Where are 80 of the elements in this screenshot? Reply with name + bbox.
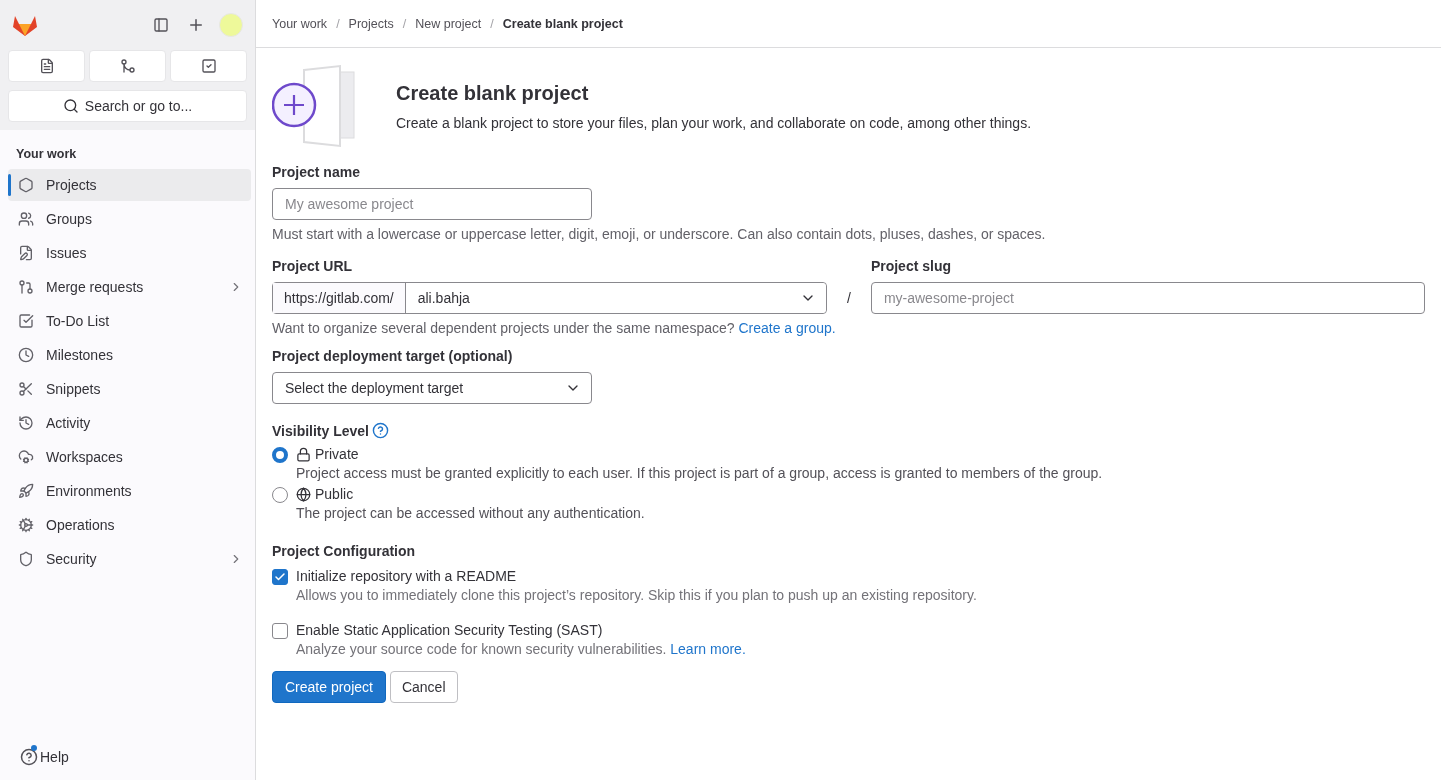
project-slug-input[interactable]: my-awesome-project bbox=[870, 282, 1425, 314]
breadcrumb-separator: / bbox=[336, 16, 340, 31]
help-link[interactable]: Help bbox=[0, 748, 255, 780]
option-description: Allows you to immediately clone this project’s repository. Skip this if you plan to push up an existing repository. bbox=[296, 587, 978, 603]
nav-icon bbox=[18, 313, 34, 329]
nav-item[interactable]: Environments bbox=[8, 475, 251, 507]
help-icon[interactable] bbox=[372, 422, 389, 439]
nav-icon bbox=[18, 381, 34, 397]
deployment-target-dropdown[interactable]: Select the deployment target bbox=[272, 372, 592, 404]
nav-item[interactable]: Security bbox=[8, 543, 251, 575]
option-description: Project access must be granted explicitly to each user. If this project is part of a group, access is granted to members of the group. bbox=[296, 465, 1104, 481]
nav-item[interactable]: Snippets bbox=[8, 373, 251, 405]
help-icon bbox=[20, 748, 38, 766]
breadcrumb-separator: / bbox=[402, 16, 407, 31]
nav-item[interactable]: Projects bbox=[8, 169, 251, 201]
nav-item[interactable]: Operations bbox=[8, 509, 251, 541]
field-hint: Must start with a lowercase or uppercase letter, digit, emoji, or underscore. Can also contain dots, pluses, dashes, or spaces. bbox=[272, 226, 1047, 242]
option-description: The project can be accessed without any authentication. bbox=[296, 505, 646, 521]
nav-icon bbox=[18, 551, 34, 567]
nav-icon bbox=[18, 177, 34, 193]
project-url-field[interactable]: https://gitlab.com/ ali.bahja bbox=[272, 282, 827, 314]
radio-label[interactable]: Public bbox=[296, 485, 1425, 503]
checkbox[interactable] bbox=[272, 569, 288, 585]
nav-item[interactable]: Milestones bbox=[8, 339, 251, 371]
nav-icon bbox=[18, 415, 34, 431]
page-title: Create blank project bbox=[396, 81, 590, 105]
search-icon bbox=[62, 98, 79, 114]
field-hint: Want to organize several dependent projects under the same namespace? Create a group. bbox=[272, 320, 837, 336]
checkmark-icon bbox=[274, 571, 286, 583]
todo-button[interactable] bbox=[170, 50, 247, 82]
option-description: Analyze your source code for known security vulnerabilities. Learn more. bbox=[296, 641, 747, 657]
learn-more-link[interactable]: Learn more. bbox=[670, 641, 746, 657]
url-prefix: https://gitlab.com/ bbox=[273, 283, 406, 313]
nav-icon bbox=[18, 211, 34, 227]
radio-button[interactable] bbox=[272, 447, 288, 463]
cancel-button[interactable]: Cancel bbox=[389, 671, 458, 703]
sidebar-toggle-icon[interactable] bbox=[153, 17, 169, 33]
globe-icon bbox=[296, 486, 311, 502]
nav-icon bbox=[18, 483, 34, 499]
project-name-input[interactable]: My awesome project bbox=[272, 188, 592, 220]
nav-icon bbox=[18, 347, 34, 363]
checkbox-icon bbox=[200, 58, 217, 74]
radio-label[interactable]: Private bbox=[296, 445, 1425, 463]
checkbox-label[interactable]: Initialize repository with a README bbox=[296, 567, 1425, 585]
nav-item[interactable]: Activity bbox=[8, 407, 251, 439]
breadcrumb-link[interactable]: New project bbox=[415, 16, 482, 31]
nav-item[interactable]: Groups bbox=[8, 203, 251, 235]
breadcrumb-link[interactable]: Projects bbox=[348, 16, 394, 31]
nav-icon bbox=[18, 279, 34, 295]
checkbox-label[interactable]: Enable Static Application Security Testing (SAST) bbox=[296, 621, 1425, 639]
field-label: Project deployment target (optional) bbox=[272, 348, 514, 364]
section-title: Your work bbox=[15, 146, 78, 163]
document-icon bbox=[38, 58, 55, 74]
breadcrumb-link[interactable]: Your work bbox=[272, 16, 328, 31]
nav-item[interactable]: Workspaces bbox=[8, 441, 251, 473]
field-label: Project Configuration bbox=[272, 543, 417, 559]
field-label: Project slug bbox=[870, 258, 953, 274]
create-group-link[interactable]: Create a group. bbox=[738, 320, 836, 336]
nav-icon bbox=[18, 517, 34, 533]
nav-icon bbox=[18, 449, 34, 465]
lock-icon bbox=[296, 446, 311, 462]
breadcrumb-link[interactable]: Create blank project bbox=[502, 16, 623, 31]
checkbox[interactable] bbox=[272, 623, 288, 639]
nav-item[interactable]: To-Do List bbox=[8, 305, 251, 337]
plus-icon[interactable] bbox=[187, 16, 205, 34]
create-project-button[interactable]: Create project bbox=[272, 671, 386, 703]
merge-request-button[interactable] bbox=[89, 50, 166, 82]
nav-item[interactable]: Merge requests bbox=[8, 271, 251, 303]
search-button[interactable]: Search or go to... bbox=[8, 90, 247, 122]
url-separator: / bbox=[846, 289, 852, 308]
breadcrumb-separator: / bbox=[490, 16, 494, 31]
page-description: Create a blank project to store your files, plan your work, and collaborate on code, among other things. bbox=[396, 114, 1032, 131]
field-label: Project name bbox=[272, 164, 361, 180]
radio-button[interactable] bbox=[272, 487, 288, 503]
field-label: Project URL bbox=[272, 258, 354, 274]
nav-item[interactable]: Issues bbox=[8, 237, 251, 269]
nav-icon bbox=[18, 245, 34, 261]
field-label: Visibility Level bbox=[272, 422, 1425, 439]
merge-request-icon bbox=[119, 58, 136, 74]
issues-button[interactable] bbox=[8, 50, 85, 82]
